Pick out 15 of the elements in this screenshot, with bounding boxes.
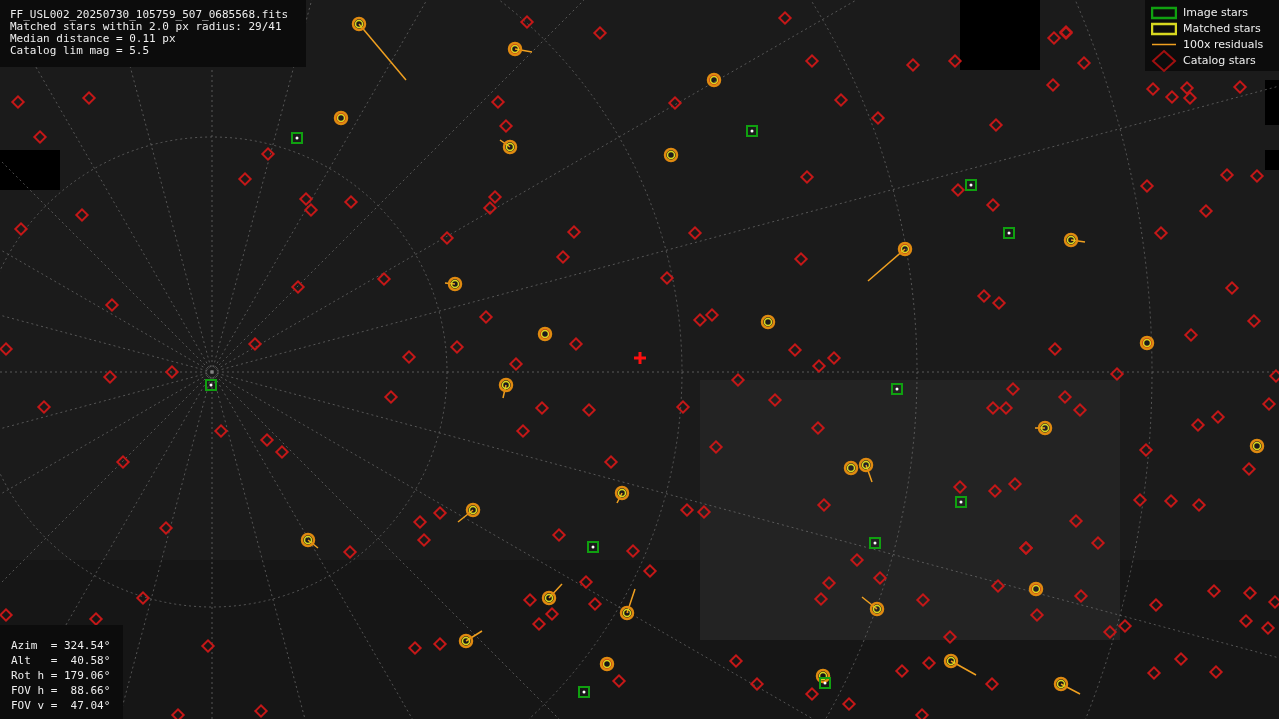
info-text: Matched stars within 2.0 px radius: 29/41 bbox=[10, 21, 282, 33]
legend-label: Image stars bbox=[1183, 6, 1248, 19]
pose-text: Azim = 324.54° bbox=[11, 638, 111, 653]
residual-line-icon bbox=[1151, 43, 1177, 46]
legend-label: Catalog stars bbox=[1183, 54, 1256, 67]
legend-label: 100x residuals bbox=[1183, 38, 1264, 51]
info-text: FF_USL002_20250730_105759_507_0685568.fits bbox=[10, 9, 289, 21]
diamond-symbol-icon bbox=[1151, 48, 1177, 73]
info-text: Median distance = 0.11 px bbox=[10, 33, 176, 45]
legend-label: Matched stars bbox=[1183, 22, 1261, 35]
pose-text: Alt = 40.58° bbox=[11, 653, 111, 668]
pose-text: FOV v = 47.04° bbox=[11, 698, 111, 713]
info-text: Catalog lim mag = 5.5 bbox=[10, 45, 150, 57]
pose-text: Rot h = 179.06° bbox=[11, 668, 111, 683]
pose-text: FOV h = 88.66° bbox=[11, 683, 111, 698]
